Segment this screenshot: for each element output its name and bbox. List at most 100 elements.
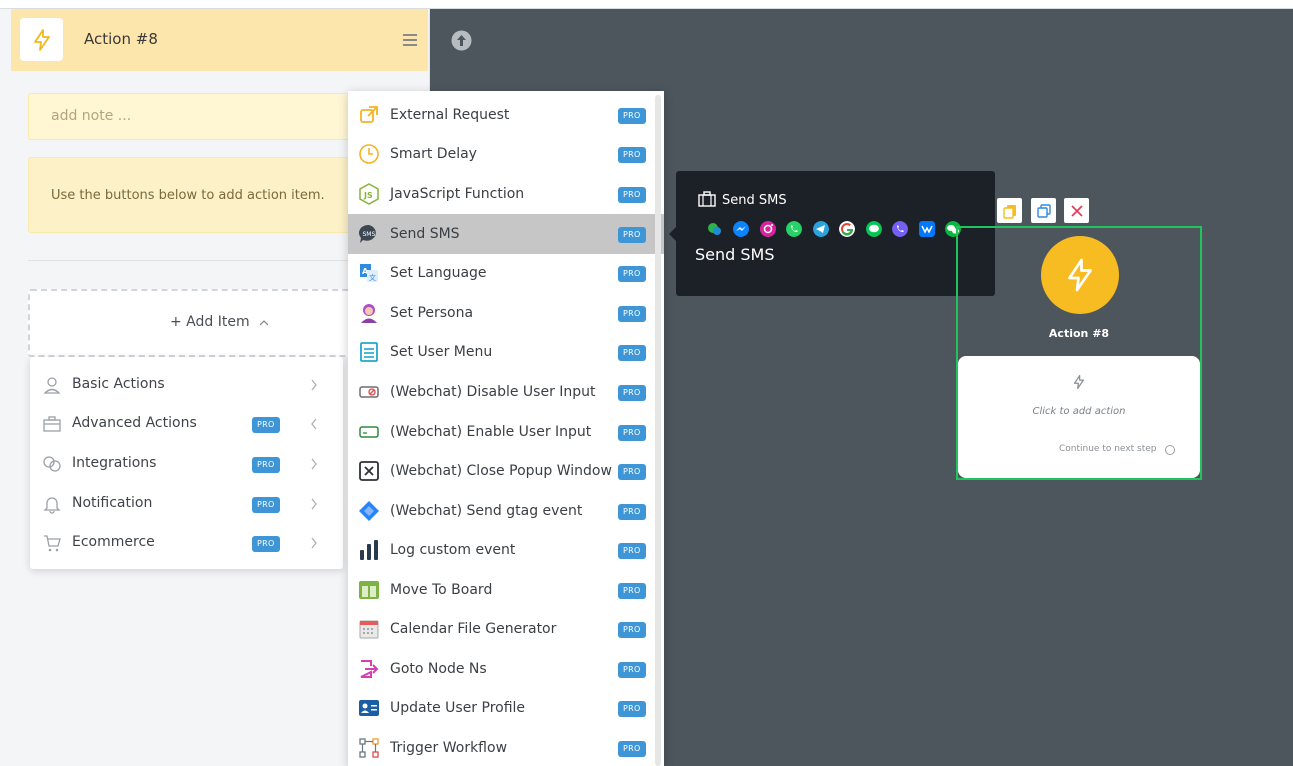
menu-scrollbar[interactable] [655, 95, 661, 766]
action-item-set-persona[interactable]: Set Persona PRO [348, 293, 664, 333]
calendar-icon [359, 620, 379, 639]
messenger-icon [733, 221, 749, 237]
action-item-send-sms[interactable]: SMS Send SMS PRO [348, 214, 664, 254]
google-icon [839, 221, 855, 237]
category-advanced-actions[interactable]: Advanced Actions PRO [30, 404, 343, 444]
action-item-goto-node-ns[interactable]: Goto Node Ns PRO [348, 649, 664, 689]
pro-badge: PRO [618, 147, 646, 163]
panel-header: Action #8 [11, 9, 428, 71]
category-basic-actions[interactable]: Basic Actions [30, 365, 343, 405]
telegram-icon [813, 221, 829, 237]
action-label: Log custom event [390, 542, 516, 558]
action-label: Goto Node Ns [390, 661, 487, 677]
pro-badge: PRO [618, 464, 646, 480]
person-icon [43, 377, 61, 394]
hamburger-menu-icon[interactable] [401, 31, 419, 49]
enable-input-icon [359, 426, 379, 438]
node-action-card[interactable]: Click to add action Continue to next ste… [958, 356, 1200, 478]
action-item-external-request[interactable]: External Request PRO [348, 95, 664, 135]
pro-badge: PRO [618, 266, 646, 282]
action-item-set-user-menu[interactable]: Set User Menu PRO [348, 332, 664, 372]
copy-node-button[interactable] [997, 198, 1022, 223]
chevron-right-icon [311, 458, 317, 470]
node-lightning-icon [1041, 236, 1119, 314]
action-label: (Webchat) Disable User Input [390, 384, 596, 400]
action-label: Trigger Workflow [390, 740, 508, 756]
action-label: JavaScript Function [390, 186, 525, 202]
pro-badge: PRO [618, 504, 646, 520]
duplicate-node-button[interactable] [1031, 198, 1056, 223]
pro-badge: PRO [618, 583, 646, 599]
continue-label: Continue to next step [1059, 444, 1157, 454]
svg-text:文: 文 [369, 273, 376, 282]
category-menu: Basic Actions Advanced Actions PRO Integ… [30, 357, 343, 569]
add-item-button[interactable]: + Add Item [28, 289, 358, 357]
disable-input-icon [359, 386, 379, 398]
pro-badge: PRO [618, 227, 646, 243]
clock-icon [359, 144, 379, 164]
category-label: Basic Actions [72, 376, 165, 392]
pro-badge: PRO [618, 108, 646, 124]
click-to-add-action[interactable]: Click to add action [958, 406, 1200, 417]
continue-connector[interactable] [1165, 445, 1175, 455]
top-bar [0, 0, 1293, 9]
tooltip-arrow [669, 227, 676, 241]
add-item-label: + Add Item [170, 314, 250, 330]
menu-list-icon [360, 342, 378, 362]
chat-bubbles-icon [43, 456, 61, 472]
chevron-right-icon [311, 537, 317, 549]
category-integrations[interactable]: Integrations PRO [30, 444, 343, 484]
action-item-set-language[interactable]: A文 Set Language PRO [348, 253, 664, 293]
action-label: Set Persona [390, 305, 474, 321]
chevron-up-icon [259, 320, 269, 326]
divider [28, 260, 358, 261]
action-label: Send SMS [390, 226, 460, 242]
lightning-icon [1073, 375, 1085, 389]
note-input[interactable]: add note ... [28, 93, 358, 140]
category-ecommerce[interactable]: Ecommerce PRO [30, 523, 343, 563]
action-item-javascript-function[interactable]: JS JavaScript Function PRO [348, 174, 664, 214]
category-label: Notification [72, 495, 153, 511]
chevron-right-icon [311, 498, 317, 510]
translate-icon: A文 [360, 264, 378, 282]
action-item-webchat-send-gtag-event[interactable]: (Webchat) Send gtag event PRO [348, 491, 664, 531]
arrow-up-circle-icon[interactable] [451, 30, 472, 51]
whatsapp-icon [786, 221, 802, 237]
bar-chart-icon [360, 540, 378, 560]
pro-badge: PRO [618, 622, 646, 638]
action-label: Set Language [390, 265, 487, 281]
bell-icon [43, 497, 61, 514]
pro-badge: PRO [252, 417, 280, 433]
pro-badge: PRO [252, 536, 280, 552]
info-text: Use the buttons below to add action item… [51, 188, 325, 203]
action-label: External Request [390, 107, 510, 123]
pro-badge: PRO [252, 497, 280, 513]
copy-icon [1002, 204, 1016, 219]
pro-badge: PRO [618, 385, 646, 401]
node-title: Action #8 [1048, 327, 1110, 340]
close-window-icon [359, 461, 379, 481]
action-item-webchat-disable-user-input[interactable]: (Webchat) Disable User Input PRO [348, 372, 664, 412]
javascript-icon: JS [359, 183, 379, 205]
action-item-log-custom-event[interactable]: Log custom event PRO [348, 530, 664, 570]
action-item-calendar-file-generator[interactable]: Calendar File Generator PRO [348, 609, 664, 649]
action-item-move-to-board[interactable]: Move To Board PRO [348, 570, 664, 610]
action-item-smart-delay[interactable]: Smart Delay PRO [348, 134, 664, 174]
pro-badge: PRO [618, 345, 646, 361]
svg-text:JS: JS [363, 191, 373, 200]
action-node[interactable]: Action #8 Click to add action Continue t… [956, 226, 1202, 480]
category-notification[interactable]: Notification PRO [30, 484, 343, 524]
action-label: (Webchat) Enable User Input [390, 424, 592, 440]
cart-icon [44, 535, 61, 552]
action-item-trigger-workflow[interactable]: Trigger Workflow PRO [348, 728, 664, 766]
vk-icon [919, 221, 935, 237]
workflow-icon [359, 738, 379, 758]
action-item-update-user-profile[interactable]: Update User Profile PRO [348, 688, 664, 728]
action-item-webchat-enable-user-input[interactable]: (Webchat) Enable User Input PRO [348, 412, 664, 452]
sms-chat-icon [708, 223, 721, 235]
delete-node-button[interactable] [1064, 198, 1089, 223]
close-icon [1070, 204, 1083, 217]
action-item-webchat-close-popup-window[interactable]: (Webchat) Close Popup Window PRO [348, 451, 664, 491]
action-label: Smart Delay [390, 146, 477, 162]
persona-icon [361, 304, 377, 323]
